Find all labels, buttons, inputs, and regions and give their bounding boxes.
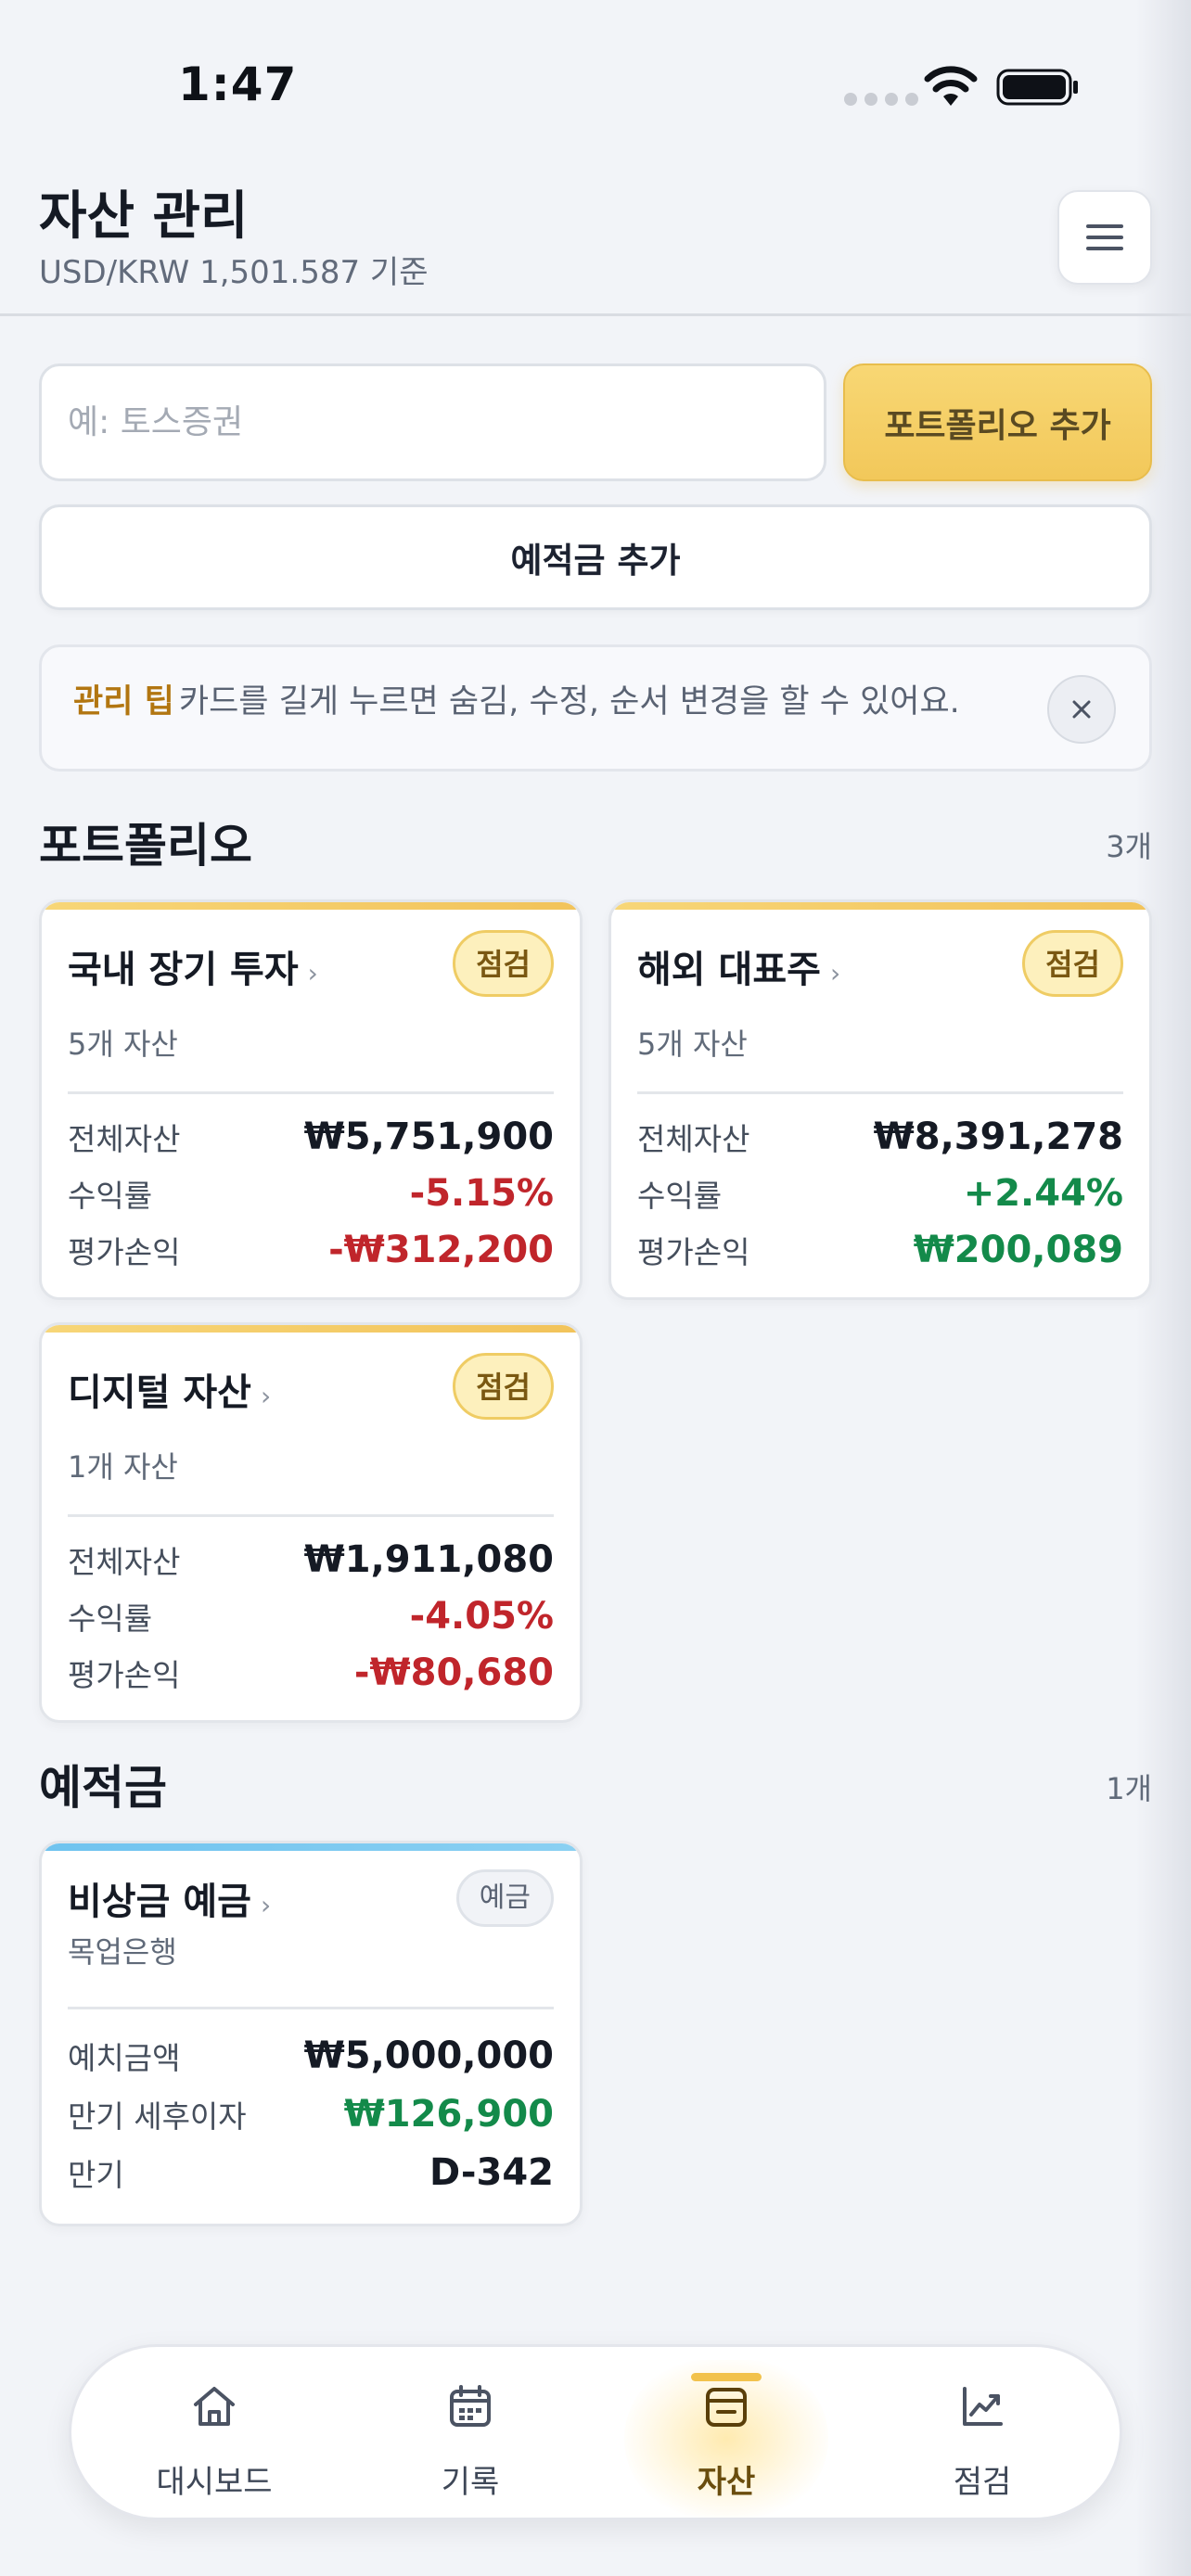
card-accent-bar xyxy=(611,902,1149,910)
cellular-signal-icon xyxy=(844,93,918,106)
chevron-right-icon: › xyxy=(829,958,841,988)
card-divider xyxy=(637,1091,1123,1094)
card-accent-bar xyxy=(42,1843,580,1851)
chart-icon xyxy=(963,2387,1003,2426)
page-title: 자산 관리 xyxy=(39,186,249,247)
card-accent-bar xyxy=(42,902,580,910)
header-divider xyxy=(0,313,1191,316)
bottom-navigation: 대시보드 기록 자산 점검 xyxy=(69,2344,1122,2520)
card-accent-bar xyxy=(42,1325,580,1333)
add-deposit-button[interactable]: 예적금 추가 xyxy=(39,504,1152,610)
active-indicator xyxy=(691,2373,762,2381)
deposit-card[interactable]: 비상금 예금 › 예금 목업은행 예치금액 ₩5,000,000 만기 세후이자 … xyxy=(39,1841,583,2226)
battery-icon xyxy=(996,69,1078,106)
asset-count: 1개 자산 xyxy=(68,1449,178,1485)
portfolio-card-title: 국내 장기 투자 › xyxy=(68,949,318,991)
bank-name: 목업은행 xyxy=(68,1934,177,1970)
deposit-card-title: 비상금 예금 › xyxy=(68,1881,272,1923)
nav-item-dashboard[interactable]: 대시보드 xyxy=(86,2347,342,2523)
calendar-icon xyxy=(450,2385,491,2427)
status-time: 1:47 xyxy=(178,57,298,111)
tip-text: 카드를 길게 누르면 숨김, 수정, 순서 변경을 할 수 있어요. xyxy=(178,683,960,721)
portfolio-card[interactable]: 디지털 자산 › 점검 1개 자산 전체자산 ₩1,911,080 수익률 -4.… xyxy=(39,1322,583,1723)
deposit-count: 1개 xyxy=(1106,1771,1152,1806)
stat-row-profit: 평가손익 -₩312,200 xyxy=(68,1229,554,1271)
deposit-type-badge: 예금 xyxy=(455,1869,554,1927)
deposit-section-title: 예적금 xyxy=(39,1761,167,1815)
stat-row-interest: 만기 세후이자 ₩126,900 xyxy=(68,2093,554,2136)
nav-item-assets[interactable]: 자산 xyxy=(598,2347,854,2523)
tip-label: 관리 팁 xyxy=(73,683,174,721)
portfolio-name-input[interactable] xyxy=(39,363,826,481)
wallet-icon xyxy=(706,2388,747,2427)
wifi-icon xyxy=(924,66,978,106)
asset-count: 5개 자산 xyxy=(68,1027,178,1062)
check-badge[interactable]: 점검 xyxy=(1022,930,1123,997)
portfolio-card[interactable]: 국내 장기 투자 › 점검 5개 자산 전체자산 ₩5,751,900 수익률 -… xyxy=(39,899,583,1300)
chevron-right-icon: › xyxy=(260,1890,272,1920)
home-icon xyxy=(194,2387,235,2426)
stat-row-total: 전체자산 ₩5,751,900 xyxy=(68,1116,554,1158)
stat-row-total: 전체자산 ₩8,391,278 xyxy=(637,1116,1123,1158)
card-divider xyxy=(68,1514,554,1517)
stat-row-return: 수익률 +2.44% xyxy=(637,1172,1123,1215)
tip-close-button[interactable] xyxy=(1047,675,1116,744)
card-divider xyxy=(68,2007,554,2009)
stat-row-maturity: 만기 D-342 xyxy=(68,2151,554,2194)
portfolio-card-title: 디지털 자산 › xyxy=(68,1371,272,1414)
stat-row-return: 수익률 -5.15% xyxy=(68,1172,554,1215)
check-badge[interactable]: 점검 xyxy=(453,1353,554,1420)
stat-row-total: 전체자산 ₩1,911,080 xyxy=(68,1538,554,1581)
hamburger-menu-icon xyxy=(1086,224,1123,250)
portfolio-card-title: 해외 대표주 › xyxy=(637,949,841,991)
card-divider xyxy=(68,1091,554,1094)
portfolio-section-title: 포트폴리오 xyxy=(39,819,252,873)
stat-row-profit: 평가손익 -₩80,680 xyxy=(68,1651,554,1694)
asset-count: 5개 자산 xyxy=(637,1027,748,1062)
chevron-right-icon: › xyxy=(260,1381,272,1411)
portfolio-card[interactable]: 해외 대표주 › 점검 5개 자산 전체자산 ₩8,391,278 수익률 +2.… xyxy=(608,899,1152,1300)
status-bar: 1:47 xyxy=(0,0,1191,176)
add-portfolio-button[interactable]: 포트폴리오 추가 xyxy=(843,363,1152,481)
chevron-right-icon: › xyxy=(307,958,318,988)
portfolio-count: 3개 xyxy=(1106,829,1152,864)
check-badge[interactable]: 점검 xyxy=(453,930,554,997)
stat-row-return: 수익률 -4.05% xyxy=(68,1595,554,1638)
stat-row-profit: 평가손익 ₩200,089 xyxy=(637,1229,1123,1271)
menu-button[interactable] xyxy=(1057,190,1152,285)
exchange-rate-subtitle: USD/KRW 1,501.587 기준 xyxy=(39,254,429,291)
management-tip-banner: 관리 팁 카드를 길게 누르면 숨김, 수정, 순서 변경을 할 수 있어요. xyxy=(39,644,1152,772)
stat-row-principal: 예치금액 ₩5,000,000 xyxy=(68,2034,554,2077)
close-icon xyxy=(1072,700,1091,719)
nav-item-records[interactable]: 기록 xyxy=(342,2347,598,2523)
nav-item-check[interactable]: 점검 xyxy=(854,2347,1110,2523)
